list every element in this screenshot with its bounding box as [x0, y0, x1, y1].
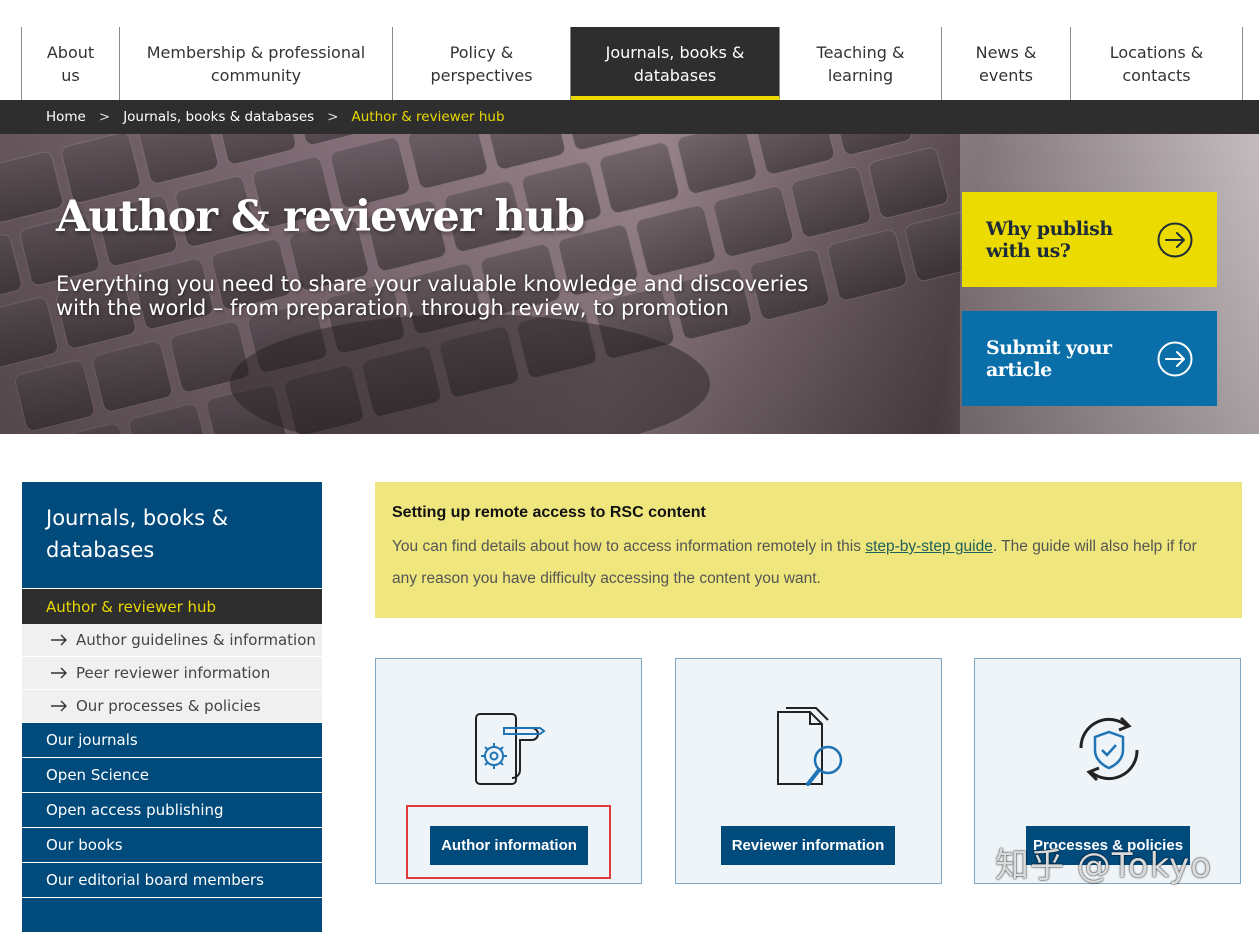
hero-subtitle: Everything you need to share your valuab… — [56, 272, 809, 320]
processes-policies-card[interactable]: Processes & policies — [974, 658, 1241, 884]
sidebar-item-more[interactable] — [22, 898, 322, 933]
breadcrumb-separator: > — [327, 109, 339, 125]
why-publish-button[interactable]: Why publish with us? — [962, 192, 1217, 287]
document-gear-pen-icon — [475, 713, 546, 785]
nav-label: Teaching & learning — [816, 42, 905, 85]
breadcrumb-journals[interactable]: Journals, books & databases — [123, 109, 314, 125]
nav-label: About us — [46, 42, 95, 85]
nav-label: News & events — [975, 42, 1037, 85]
sidebar-item-author-reviewer-hub[interactable]: Author & reviewer hub — [22, 589, 322, 624]
nav-news-events[interactable]: News & events — [942, 27, 1071, 100]
cta-label: Submit your article — [986, 336, 1112, 381]
arrow-circle-icon — [1157, 222, 1193, 257]
reviewer-information-button[interactable]: Reviewer information — [721, 826, 895, 865]
hero-banner: Author & reviewer hub Everything you nee… — [0, 134, 1259, 434]
sidebar-heading[interactable]: Journals, books & databases — [22, 482, 322, 589]
arrow-right-icon — [51, 634, 67, 646]
nav-teaching[interactable]: Teaching & learning — [780, 27, 942, 100]
sidebar-subitem-processes[interactable]: Our processes & policies — [22, 690, 322, 723]
sidebar-subitem-author-guidelines[interactable]: Author guidelines & information — [22, 624, 322, 657]
top-navigation: About us Membership & professional commu… — [21, 27, 1244, 100]
shield-cycle-icon — [1079, 716, 1139, 782]
nav-locations[interactable]: Locations & contacts — [1071, 27, 1243, 100]
arrow-right-icon — [51, 700, 67, 712]
arrow-right-icon — [51, 667, 67, 679]
nav-label: Membership & professional community — [146, 42, 366, 85]
sidebar-item-open-science[interactable]: Open Science — [22, 758, 322, 793]
sidebar: Journals, books & databases Author & rev… — [22, 482, 322, 933]
nav-label: Policy & perspectives — [430, 42, 533, 85]
remote-access-notice: Setting up remote access to RSC content … — [375, 482, 1242, 618]
nav-journals-books-databases[interactable]: Journals, books & databases — [571, 27, 780, 100]
document-magnifier-icon — [777, 707, 843, 786]
breadcrumb-home[interactable]: Home — [46, 109, 86, 125]
sidebar-subitem-label: Author guidelines & information — [76, 631, 316, 649]
sidebar-subitem-peer-reviewer[interactable]: Peer reviewer information — [22, 657, 322, 690]
reviewer-information-card[interactable]: Reviewer information — [675, 658, 942, 884]
notice-title: Setting up remote access to RSC content — [392, 504, 706, 521]
cta-label: Why publish with us? — [986, 217, 1113, 262]
sidebar-item-open-access[interactable]: Open access publishing — [22, 793, 322, 828]
nav-policy[interactable]: Policy & perspectives — [393, 27, 571, 100]
nav-membership[interactable]: Membership & professional community — [120, 27, 393, 100]
notice-text: You can find details about how to access… — [392, 538, 866, 555]
sidebar-item-editorial-board[interactable]: Our editorial board members — [22, 863, 322, 898]
step-by-step-guide-link[interactable]: step-by-step guide — [865, 538, 993, 555]
sidebar-subitem-label: Our processes & policies — [76, 697, 261, 715]
page-title: Author & reviewer hub — [56, 192, 585, 242]
breadcrumb: Home > Journals, books & databases > Aut… — [0, 100, 1259, 134]
submit-article-button[interactable]: Submit your article — [962, 311, 1217, 406]
processes-policies-button[interactable]: Processes & policies — [1026, 826, 1190, 865]
sidebar-item-our-journals[interactable]: Our journals — [22, 723, 322, 758]
nav-about-us[interactable]: About us — [22, 27, 120, 100]
arrow-circle-icon — [1157, 341, 1193, 376]
highlight-box — [406, 805, 611, 879]
sidebar-subitem-label: Peer reviewer information — [76, 664, 271, 682]
notice-body: You can find details about how to access… — [392, 531, 1225, 595]
breadcrumb-current: Author & reviewer hub — [351, 109, 505, 125]
nav-label: Locations & contacts — [1109, 42, 1204, 85]
sidebar-item-our-books[interactable]: Our books — [22, 828, 322, 863]
breadcrumb-separator: > — [98, 109, 111, 125]
nav-label: Journals, books & databases — [605, 42, 745, 85]
